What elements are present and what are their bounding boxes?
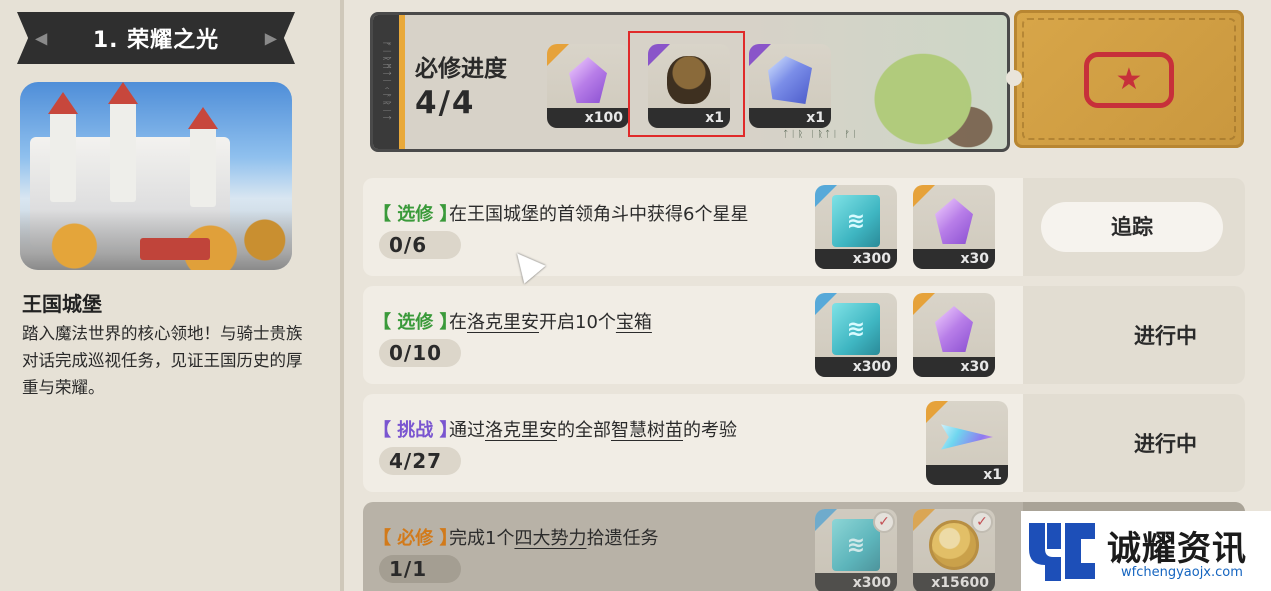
- item-count: x300: [815, 249, 897, 269]
- reward-item[interactable]: x1: [926, 401, 1008, 485]
- blue-crystal-icon: [768, 56, 812, 104]
- prism-crystal-icon: [941, 424, 993, 450]
- highlight-box: [628, 31, 745, 137]
- quest-description: 在洛克里安开启10个宝箱: [449, 312, 652, 333]
- required-reward-item[interactable]: x1: [749, 44, 831, 128]
- star-emblem-icon: ★: [1084, 52, 1174, 108]
- item-link[interactable]: 宝箱: [616, 312, 652, 333]
- purple-crystal-icon: [569, 57, 607, 103]
- castle-image: [20, 82, 292, 270]
- quest-status: 进行中: [1134, 432, 1197, 456]
- checkmark-icon: ✓: [873, 511, 895, 533]
- item-count: x1: [926, 465, 1008, 485]
- quest-description: 通过洛克里安的全部智慧树苗的考验: [449, 420, 737, 441]
- quest-row[interactable]: 【 选修 】 在洛克里安开启10个宝箱 0/10 ≋ x300 x30 进行中: [363, 286, 1245, 384]
- chapter-reward-ticket[interactable]: ★: [1006, 10, 1244, 148]
- reward-item[interactable]: ≋ x300: [815, 185, 897, 269]
- watermark-brand: 诚耀资讯: [1107, 529, 1247, 569]
- required-reward-item[interactable]: x100: [547, 44, 629, 128]
- chevron-left-icon[interactable]: ◀: [35, 29, 47, 48]
- item-count: x30: [913, 357, 995, 377]
- required-progress-value: 4/4: [415, 85, 476, 121]
- faction-link[interactable]: 四大势力: [514, 528, 586, 549]
- quest-description: 完成1个四大势力拾遗任务: [449, 528, 659, 549]
- reward-item-claimed[interactable]: ✓ x15600: [913, 509, 995, 591]
- quest-row[interactable]: 【 挑战 】 通过洛克里安的全部智慧树苗的考验 4/27 x1 进行中: [363, 394, 1245, 492]
- reward-item[interactable]: x30: [913, 185, 995, 269]
- item-count: x300: [815, 357, 897, 377]
- skill-book-icon: ≋: [832, 303, 880, 355]
- checkmark-icon: ✓: [971, 511, 993, 533]
- quest-status: 进行中: [1134, 324, 1197, 348]
- quest-tag: 【 选修 】: [373, 312, 458, 333]
- item-count: x100: [547, 108, 629, 128]
- watermark-url: wfchengyaojx.com: [1121, 565, 1243, 580]
- quest-progress: 4/27: [379, 447, 461, 475]
- item-count: x15600: [913, 573, 995, 591]
- purple-crystal-icon: [935, 306, 973, 352]
- required-progress-label: 必修进度: [415, 56, 507, 82]
- watermark: 诚耀资讯 wfchengyaojx.com: [1021, 511, 1271, 591]
- quest-row[interactable]: 【 选修 】 在王国城堡的首领角斗中获得6个星星 0/6 ≋ x300 x30 …: [363, 178, 1245, 276]
- quest-progress: 0/10: [379, 339, 461, 367]
- location-link[interactable]: 洛克里安: [467, 312, 539, 333]
- brand-logo-icon: [1029, 523, 1095, 581]
- quest-tag: 【 选修 】: [373, 204, 458, 225]
- chevron-right-icon[interactable]: ▶: [265, 29, 277, 48]
- item-count: x30: [913, 249, 995, 269]
- npc-link[interactable]: 智慧树苗: [611, 420, 683, 441]
- chapter-banner: ◀ 1. 荣耀之光 ▶: [17, 12, 295, 64]
- rune-strip: ᚠᛁᚱᛗᛏᛁᚲᚨᚱᛁᛏ: [373, 15, 399, 149]
- chapter-title: 1. 荣耀之光: [92, 28, 220, 53]
- reward-item-claimed[interactable]: ≋ ✓ x300: [815, 509, 897, 591]
- skill-book-icon: ≋: [832, 195, 880, 247]
- region-panel: ◀ 1. 荣耀之光 ▶ 王国城堡 踏入魔法世界的核心领地！与骑士贵族对话完成巡视…: [0, 0, 340, 591]
- quest-progress: 0/6: [379, 231, 461, 259]
- panel-divider: [340, 0, 344, 591]
- reward-item[interactable]: x30: [913, 293, 995, 377]
- location-link[interactable]: 洛克里安: [485, 420, 557, 441]
- quest-description: 在王国城堡的首领角斗中获得6个星星: [449, 204, 749, 225]
- purple-crystal-icon: [935, 198, 973, 244]
- track-button[interactable]: 追踪: [1041, 202, 1223, 252]
- region-name: 王国城堡: [22, 292, 102, 316]
- region-description: 踏入魔法世界的核心领地！与骑士贵族对话完成巡视任务，见证王国历史的厚重与荣耀。: [22, 324, 303, 397]
- quest-tag: 【 必修 】: [373, 528, 458, 549]
- skill-book-icon: ≋: [832, 519, 880, 571]
- mascot-illustration: [833, 15, 1007, 149]
- quest-tag: 【 挑战 】: [373, 420, 458, 441]
- rune-scribble: ᛏᛁᚱ ᛁᚱᛏᛁ ᚠᛁ: [783, 130, 860, 140]
- item-count: x300: [815, 573, 897, 591]
- quest-progress: 1/1: [379, 555, 461, 583]
- reward-item[interactable]: ≋ x300: [815, 293, 897, 377]
- accent-bar: [399, 15, 405, 149]
- item-count: x1: [749, 108, 831, 128]
